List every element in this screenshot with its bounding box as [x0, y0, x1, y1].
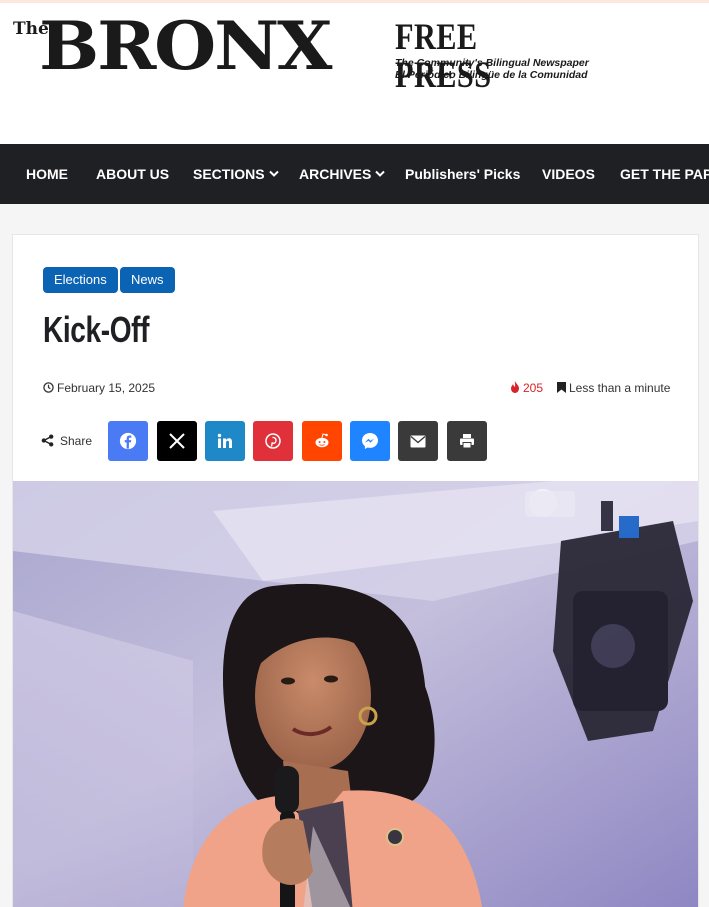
bookmark-icon — [557, 382, 566, 393]
logo-tagline-spanish: El Periódico Bilingüe de la Comunidad — [395, 69, 588, 81]
share-messenger-button[interactable] — [350, 421, 390, 461]
x-icon — [169, 433, 185, 449]
view-count: 205 — [510, 381, 543, 395]
reading-time: Less than a minute — [557, 381, 670, 395]
linkedin-icon — [217, 433, 232, 448]
share-label: Share — [41, 434, 92, 448]
share-linkedin-button[interactable] — [205, 421, 245, 461]
share-x-button[interactable] — [157, 421, 197, 461]
main-navigation: HOME ABOUT US SECTIONS ARCHIVES Publishe… — [0, 144, 709, 204]
featured-image — [13, 481, 698, 907]
chevron-down-icon — [375, 146, 386, 204]
nav-sections[interactable]: SECTIONS — [193, 144, 279, 204]
nav-archives[interactable]: ARCHIVES — [299, 144, 386, 204]
envelope-icon — [410, 435, 426, 447]
nav-publishers-picks[interactable]: Publishers' Picks — [405, 144, 520, 204]
nav-about-us-label: ABOUT US — [96, 166, 170, 182]
article-title: Kick-Off — [43, 309, 150, 350]
nav-home[interactable]: HOME — [26, 144, 68, 204]
speaker-photo — [13, 481, 698, 907]
nav-publishers-picks-label: Publishers' Picks — [405, 166, 521, 182]
printer-icon — [460, 434, 474, 449]
nav-archives-label: ARCHIVES — [299, 166, 372, 182]
post-date-text: February 15, 2025 — [57, 381, 156, 395]
reddit-icon — [315, 433, 329, 448]
nav-videos-label: VIDEOS — [542, 166, 595, 182]
nav-get-the-paper-label: GET THE PAPER — [620, 166, 709, 182]
nav-get-the-paper[interactable]: GET THE PAPER — [620, 144, 709, 204]
nav-videos[interactable]: VIDEOS — [542, 144, 595, 204]
share-facebook-button[interactable] — [108, 421, 148, 461]
reading-time-text: Less than a minute — [569, 381, 671, 395]
logo-tagline-english: The Community's Bilingual Newspaper — [395, 57, 589, 69]
logo-bronx: BRONX — [39, 7, 332, 85]
facebook-icon — [119, 432, 137, 450]
post-date: February 15, 2025 — [43, 381, 155, 395]
share-reddit-button[interactable] — [302, 421, 342, 461]
chevron-down-icon — [268, 146, 279, 204]
category-badge-news[interactable]: News — [120, 267, 175, 293]
nav-sections-label: SECTIONS — [193, 166, 265, 182]
share-pinterest-button[interactable] — [253, 421, 293, 461]
article-card: Elections News Kick-Off February 15, 202… — [12, 234, 699, 907]
nav-about-us[interactable]: ABOUT US — [96, 144, 169, 204]
share-print-button[interactable] — [447, 421, 487, 461]
share-icon — [41, 434, 54, 447]
nav-home-label: HOME — [26, 166, 68, 182]
share-email-button[interactable] — [398, 421, 438, 461]
messenger-icon — [362, 433, 378, 449]
share-label-text: Share — [60, 434, 93, 448]
site-header: The BRONX FREE PRESS The Community's Bil… — [0, 3, 709, 144]
site-logo[interactable]: The BRONX FREE PRESS The Community's Bil… — [13, 13, 593, 95]
view-count-text: 205 — [523, 381, 544, 395]
clock-icon — [43, 382, 54, 393]
pinterest-icon — [265, 433, 281, 449]
category-badge-elections[interactable]: Elections — [43, 267, 118, 293]
fire-icon — [511, 381, 519, 393]
